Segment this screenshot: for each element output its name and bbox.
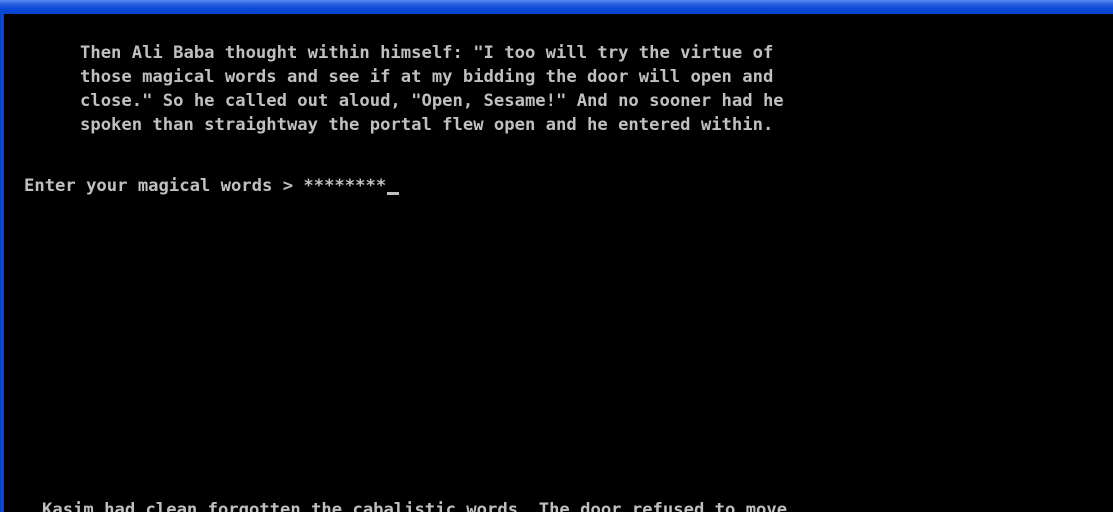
story-text-line: Then Ali Baba thought within himself: "I… bbox=[80, 43, 774, 63]
prompt-label: Enter your magical words > bbox=[24, 176, 304, 196]
console-area[interactable]: Then Ali Baba thought within himself: "I… bbox=[4, 14, 1113, 512]
magic-words-prompt: Enter your magical words > ******** bbox=[24, 174, 400, 198]
window-title-bar[interactable] bbox=[0, 0, 1113, 14]
text-cursor bbox=[387, 192, 400, 195]
story-text-line: spoken than straightway the portal flew … bbox=[80, 115, 774, 135]
story-text-line: those magical words and see if at my bid… bbox=[80, 67, 774, 87]
status-message: ...Kasim had clean forgotten the cabalis… bbox=[11, 500, 798, 512]
console-window: Then Ali Baba thought within himself: "I… bbox=[0, 0, 1113, 512]
magic-words-input[interactable]: ******** bbox=[303, 176, 386, 196]
story-text-line: close." So he called out aloud, "Open, S… bbox=[80, 91, 784, 111]
